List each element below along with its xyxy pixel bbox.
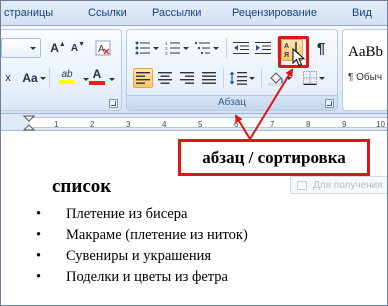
arrow-to-paragraph-group (234, 114, 251, 140)
annotation-callout: абзац / сортировка (178, 139, 370, 176)
arrow-to-sort-button (249, 68, 294, 140)
mouse-cursor-icon (292, 48, 306, 67)
